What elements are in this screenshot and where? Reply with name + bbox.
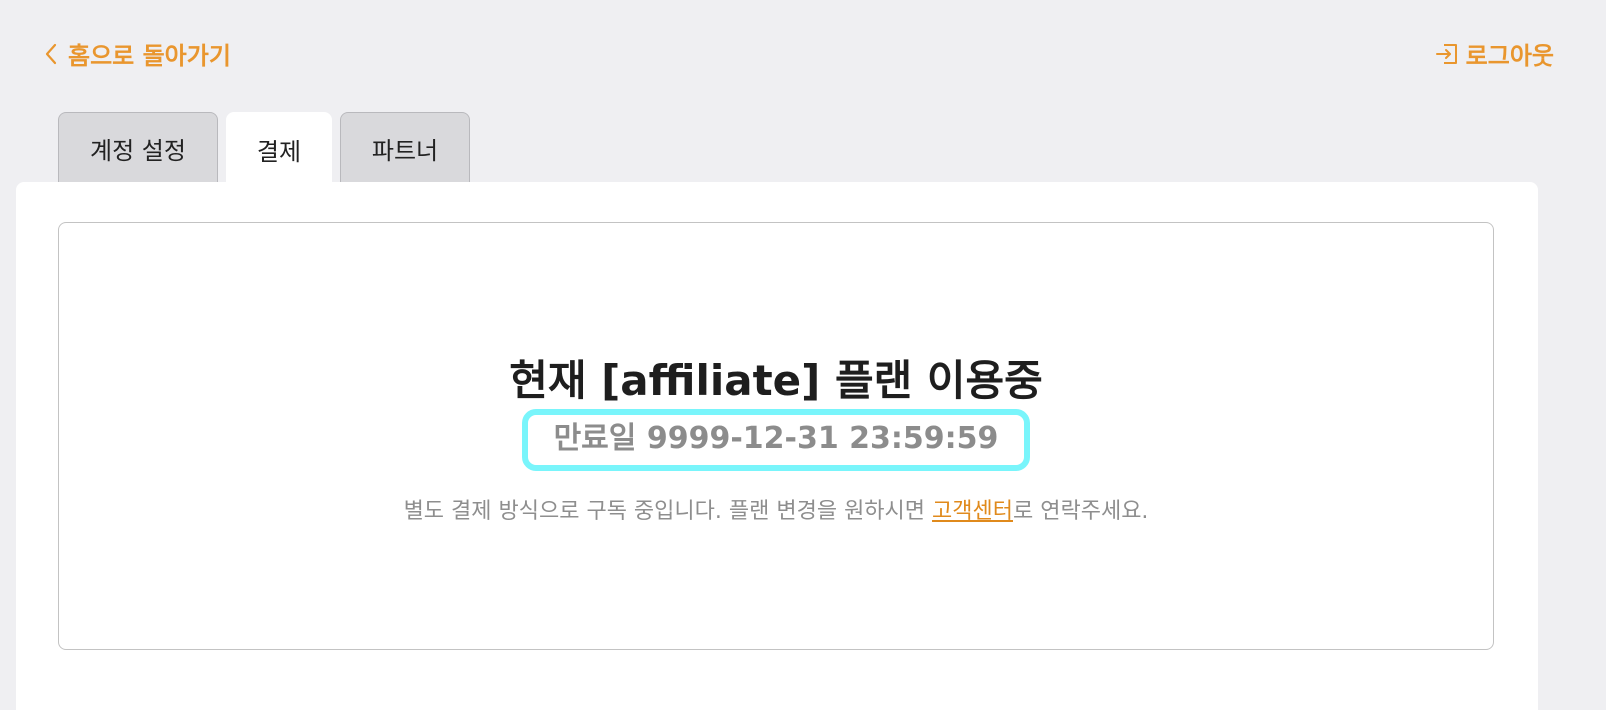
billing-page: 홈으로 돌아가기 로그아웃 계정 설정 결제 파트너 현재 [affiliate…	[0, 0, 1606, 710]
tab-partner[interactable]: 파트너	[340, 112, 470, 184]
plan-change-notice: 별도 결제 방식으로 구독 중입니다. 플랜 변경을 원하시면 고객센터로 연락…	[59, 493, 1493, 525]
back-link-label: 홈으로 돌아가기	[68, 42, 231, 70]
current-plan-card: 현재 [affiliate] 플랜 이용중 만료일 9999-12-31 23:…	[58, 222, 1494, 650]
logout-label: 로그아웃	[1465, 42, 1554, 70]
back-to-home-link[interactable]: 홈으로 돌아가기	[44, 36, 231, 71]
top-bar: 홈으로 돌아가기 로그아웃	[0, 0, 1606, 110]
chevron-left-icon	[44, 42, 58, 66]
notice-text-before: 별도 결제 방식으로 구독 중입니다. 플랜 변경을 원하시면	[403, 499, 933, 524]
billing-panel: 현재 [affiliate] 플랜 이용중 만료일 9999-12-31 23:…	[16, 182, 1538, 710]
customer-center-link[interactable]: 고객센터	[932, 499, 1013, 524]
sign-out-icon	[1434, 41, 1460, 67]
plan-expiry-date: 만료일 9999-12-31 23:59:59	[521, 409, 1031, 471]
notice-text-after: 로 연락주세요.	[1013, 499, 1149, 524]
tab-billing[interactable]: 결제	[226, 112, 332, 186]
tab-account-settings[interactable]: 계정 설정	[58, 112, 218, 184]
logout-link[interactable]: 로그아웃	[1434, 36, 1554, 71]
plan-title: 현재 [affiliate] 플랜 이용중	[509, 356, 1043, 405]
settings-tabs: 계정 설정 결제 파트너	[58, 112, 470, 186]
